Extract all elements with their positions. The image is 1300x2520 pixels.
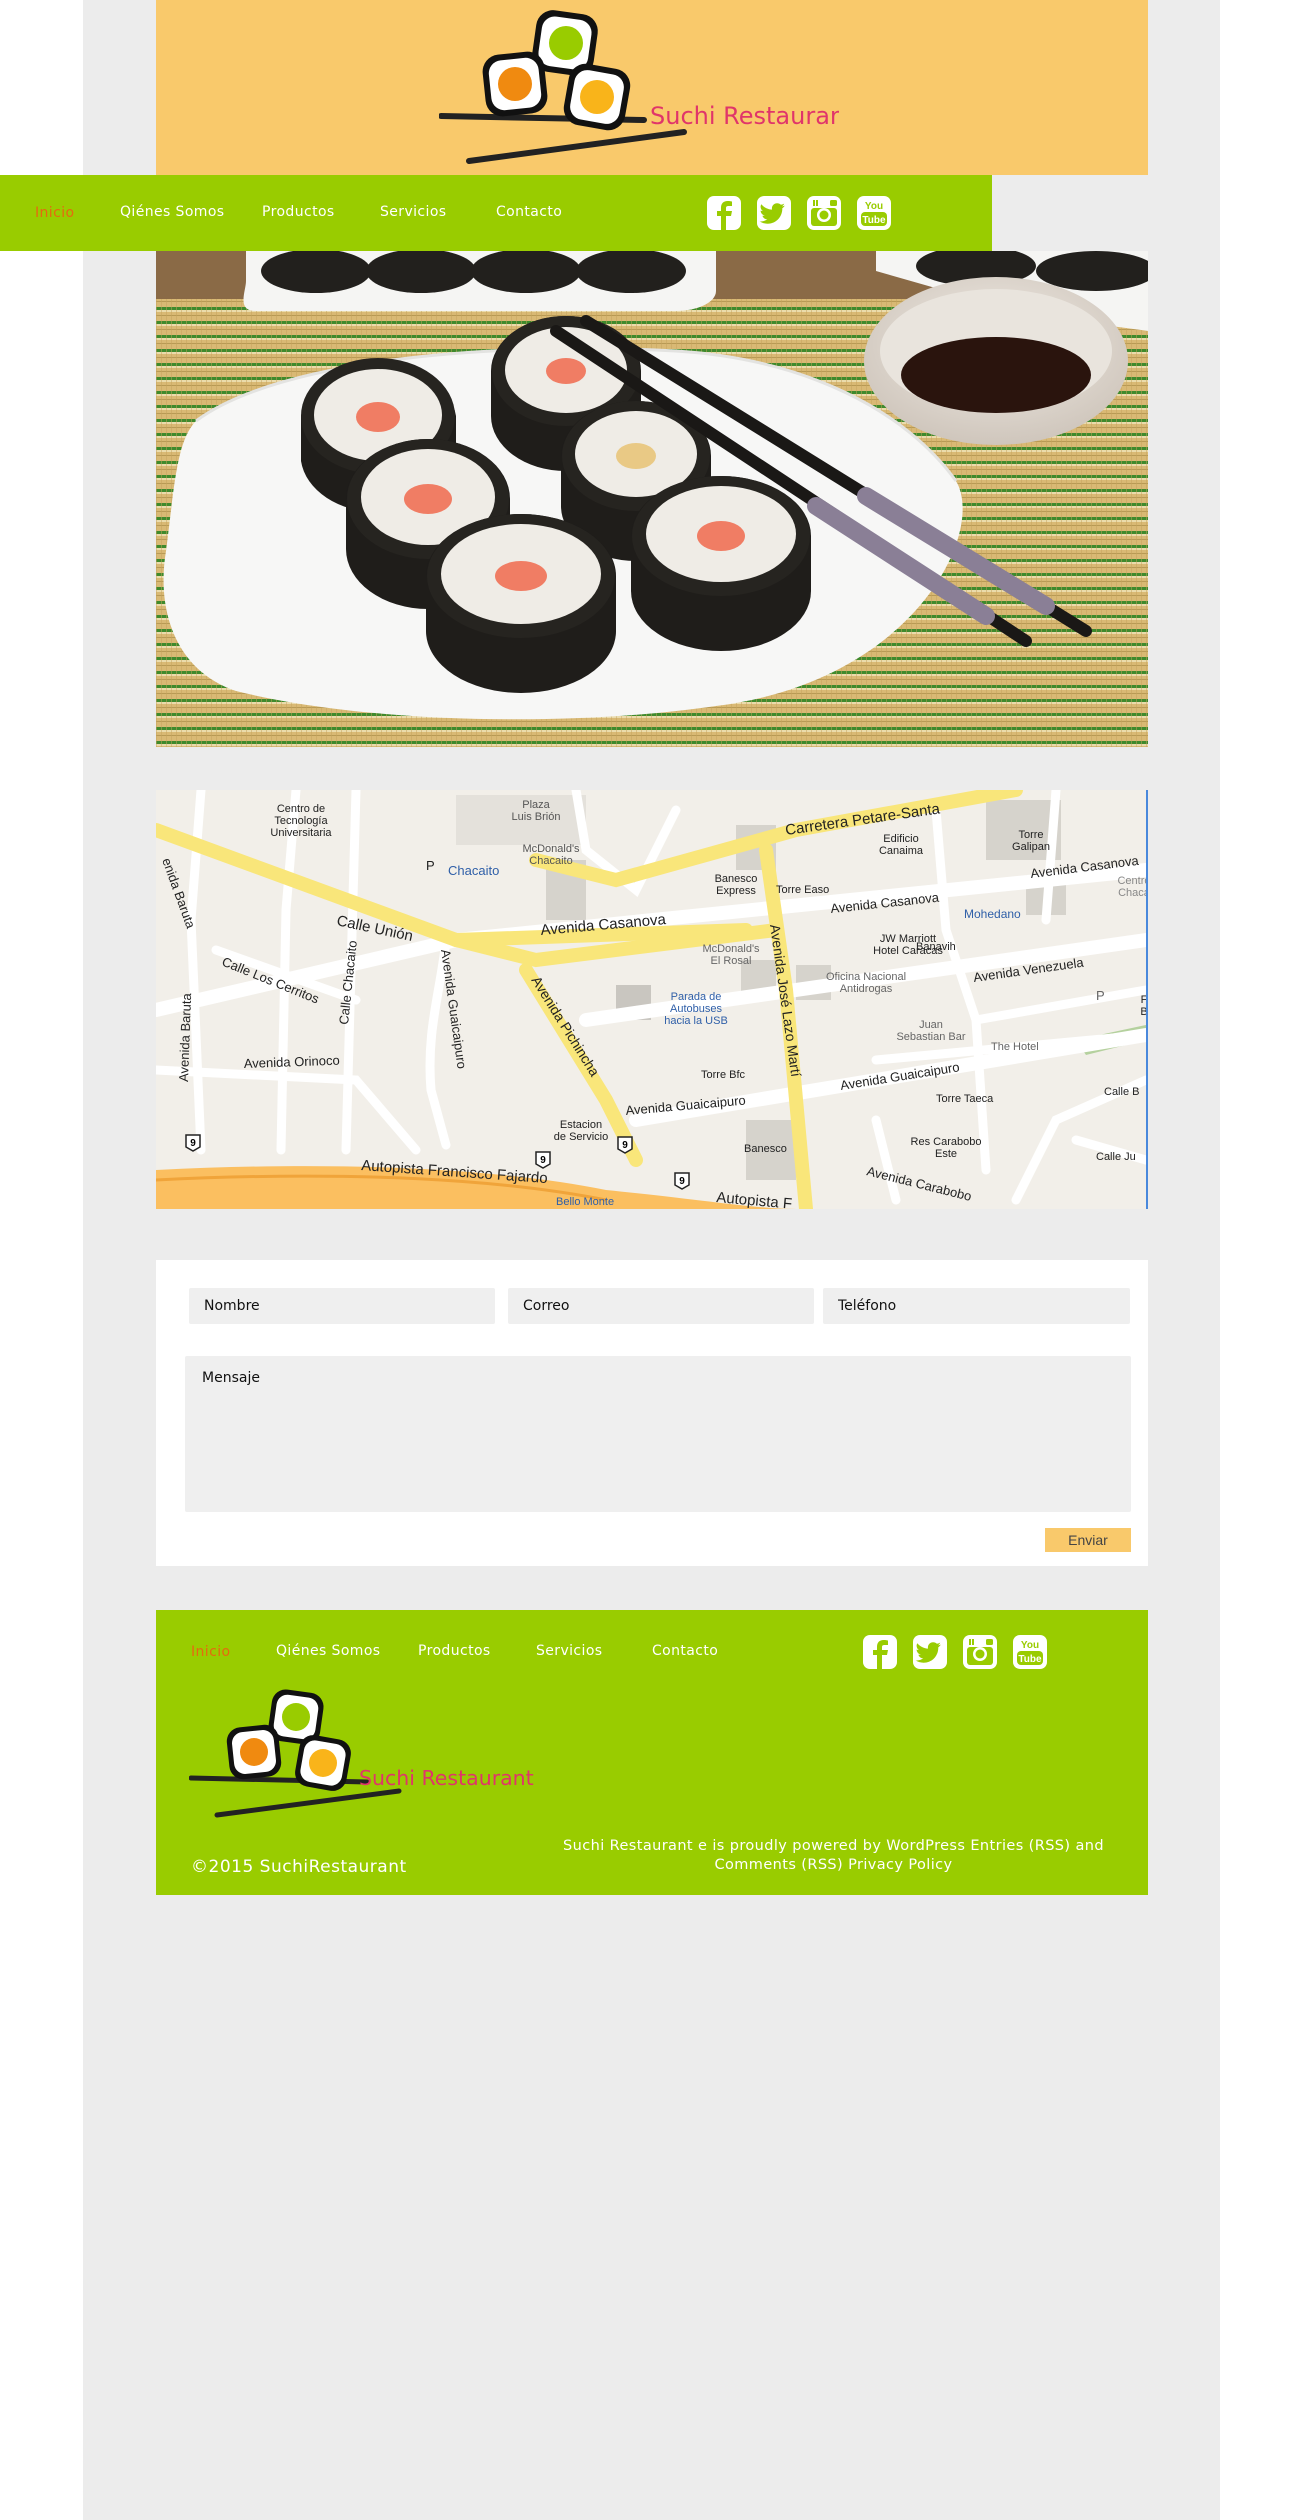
powered-by-text[interactable]: Suchi Restaurant e is proudly powered by…	[556, 1837, 1111, 1875]
sushi-photo	[156, 251, 1148, 747]
map-poi-label: JW Marriott Hotel Caracas	[873, 933, 943, 957]
location-map[interactable]: Calle Unión Avenida Casanova Avenida Cas…	[156, 790, 1148, 1209]
map-label: Calle B	[1104, 1086, 1139, 1098]
map-poi-label: Parada de Autobuses hacia la USB	[664, 991, 728, 1027]
top-navigation: Inicio Qiénes Somos Productos Servicios …	[0, 175, 992, 251]
map-label: Mohedano	[964, 907, 1021, 921]
youtube-icon[interactable]: You Tube	[1012, 1634, 1048, 1670]
svg-text:9: 9	[622, 1140, 628, 1151]
map-label: Torre Taeca	[936, 1093, 994, 1105]
message-field[interactable]	[185, 1356, 1131, 1512]
map-canvas: Calle Unión Avenida Casanova Avenida Cas…	[156, 790, 1148, 1209]
svg-text:9: 9	[190, 1138, 196, 1149]
map-poi-label: Centro de Tecnología Universitaria	[270, 803, 332, 839]
nav-item-contacto[interactable]: Contacto	[496, 204, 562, 220]
footer-nav-item-contacto[interactable]: Contacto	[652, 1643, 718, 1659]
phone-field[interactable]	[823, 1288, 1130, 1324]
footer-nav-item-productos[interactable]: Productos	[418, 1643, 491, 1659]
youtube-text-bottom: Tube	[862, 215, 886, 226]
facebook-icon[interactable]	[862, 1634, 898, 1670]
facebook-icon[interactable]	[706, 195, 742, 231]
map-poi-label: Banesco Express	[715, 873, 758, 897]
copyright-text: ©2015 SuchiRestaurant	[191, 1857, 407, 1877]
map-label: P	[426, 858, 435, 873]
map-poi-label: McDonald's El Rosal	[702, 943, 760, 967]
instagram-icon[interactable]	[962, 1634, 998, 1670]
map-label: Calle Ju	[1096, 1151, 1136, 1163]
youtube-text-top: You	[1021, 1640, 1039, 1651]
footer-logo[interactable]: Suchi Restaurant	[189, 1685, 539, 1825]
contact-form: Enviar	[156, 1260, 1148, 1566]
logo-text: Suchi Restaurant	[650, 102, 839, 130]
svg-text:9: 9	[540, 1155, 546, 1166]
map-label: P	[1096, 988, 1105, 1003]
footer-nav-item-servicios[interactable]: Servicios	[536, 1643, 602, 1659]
nav-item-servicios[interactable]: Servicios	[380, 204, 446, 220]
sushi-logo-icon	[439, 10, 687, 164]
footer: Inicio Qiénes Somos Productos Servicios …	[156, 1610, 1148, 1895]
send-button[interactable]: Enviar	[1045, 1528, 1131, 1552]
twitter-icon[interactable]	[756, 195, 792, 231]
youtube-text-top: You	[865, 201, 883, 212]
map-label: Bello Monte	[556, 1196, 614, 1208]
map-poi-label: Estacion de Servicio	[554, 1119, 608, 1143]
nav-item-quienes-somos[interactable]: Qiénes Somos	[120, 204, 225, 220]
email-field[interactable]	[508, 1288, 814, 1324]
sushi-logo-icon	[189, 1689, 402, 1818]
instagram-icon[interactable]	[806, 195, 842, 231]
youtube-text-bottom: Tube	[1018, 1654, 1042, 1665]
map-label: Banesco	[744, 1143, 787, 1155]
nav-item-productos[interactable]: Productos	[262, 204, 335, 220]
map-poi-label: Centro Chaca	[1117, 875, 1148, 899]
svg-text:9: 9	[679, 1176, 685, 1187]
map-label: Avenida Baruta	[176, 992, 194, 1082]
map-label: Torre Bfc	[701, 1069, 746, 1081]
map-poi-label: Edificio Canaima	[879, 833, 924, 857]
hero-image	[156, 251, 1148, 747]
footer-nav-item-inicio[interactable]: Inicio	[191, 1644, 230, 1660]
map-label: Chacaito	[448, 863, 499, 878]
name-field[interactable]	[189, 1288, 495, 1324]
map-label: Torre Easo	[776, 884, 829, 896]
youtube-icon[interactable]: You Tube	[856, 195, 892, 231]
header: Suchi Restaurant	[156, 0, 1148, 175]
nav-item-inicio[interactable]: Inicio	[35, 205, 74, 221]
map-label: The Hotel	[991, 1041, 1039, 1053]
footer-logo-text: Suchi Restaurant	[359, 1766, 534, 1790]
map-poi-label: McDonald's Chacaito	[522, 843, 580, 867]
site-logo[interactable]: Suchi Restaurant	[439, 4, 839, 172]
footer-nav-item-quienes-somos[interactable]: Qiénes Somos	[276, 1643, 381, 1659]
twitter-icon[interactable]	[912, 1634, 948, 1670]
